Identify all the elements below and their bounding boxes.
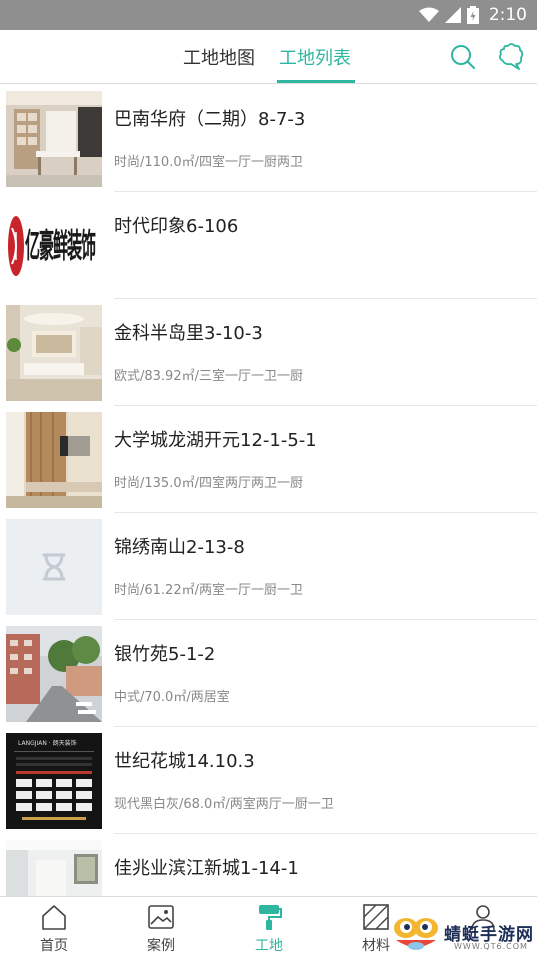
status-time: 2:10	[488, 5, 527, 25]
hallway-photo	[6, 840, 102, 896]
street-photo	[6, 626, 102, 722]
wifi-icon	[418, 7, 439, 22]
living-room-photo	[6, 305, 102, 401]
wood-tv-wall-photo	[6, 412, 102, 508]
interior-dining-photo	[6, 91, 102, 187]
search-icon[interactable]	[449, 43, 477, 71]
site-details: 现代黑白灰/68.0㎡/两室两厅一厨一卫	[114, 797, 334, 812]
site-title: 银竹苑5-1-2	[114, 644, 216, 665]
status-icons: 2:10	[418, 0, 527, 30]
site-title: 佳兆业滨江新城1-14-1	[114, 858, 299, 879]
list-item[interactable]: 银竹苑5-1-2 中式/70.0㎡/两居室	[0, 620, 537, 727]
list-item[interactable]: 佳兆业滨江新城1-14-1	[0, 834, 537, 896]
site-details: 时尚/110.0㎡/四室一厅一厨两卫	[114, 155, 303, 170]
company-logo-image: 亿豪鲜装饰	[6, 198, 102, 294]
paint-roller-icon	[259, 905, 282, 930]
watermark: 蜻蜓手游网 WWW.QT6.COM	[388, 910, 537, 956]
site-details: 时尚/135.0㎡/四室两厅两卫一厨	[114, 476, 303, 491]
site-details: 时尚/61.22㎡/两室一厅一厨一卫	[114, 583, 303, 598]
image-placeholder	[6, 519, 102, 615]
site-title: 大学城龙湖开元12-1-5-1	[114, 430, 317, 451]
active-tab-indicator	[277, 80, 355, 83]
status-bar: 2:10	[0, 0, 537, 30]
site-title: 金科半岛里3-10-3	[114, 323, 263, 344]
site-title: 世纪花城14.10.3	[114, 751, 255, 772]
flyer-photo: LANGJIAN · 朗天装饰	[6, 733, 102, 829]
site-list: 巴南华府（二期）8-7-3 时尚/110.0㎡/四室一厅一厨两卫 亿豪鲜装饰 时…	[0, 85, 537, 896]
tab-site-list[interactable]: 工地列表	[279, 44, 351, 70]
header: 工地地图 工地列表	[0, 30, 537, 84]
chat-icon[interactable]	[497, 43, 525, 71]
nav-sites-label: 工地	[255, 938, 283, 954]
site-title: 巴南华府（二期）8-7-3	[114, 109, 306, 130]
watermark-url: WWW.QT6.COM	[454, 942, 528, 951]
list-item[interactable]: 亿豪鲜装饰 时代印象6-106	[0, 192, 537, 299]
nav-cases-label: 案例	[147, 938, 175, 954]
list-item[interactable]: LANGJIAN · 朗天装饰 世纪花城14.10.3 现代黑白灰/68.0㎡/…	[0, 727, 537, 834]
site-title: 时代印象6-106	[114, 216, 239, 237]
list-item[interactable]: 金科半岛里3-10-3 欧式/83.92㎡/三室一厅一卫一厨	[0, 299, 537, 406]
logo-text: 亿豪鲜装饰	[25, 226, 96, 266]
site-details: 欧式/83.92㎡/三室一厅一卫一厨	[114, 369, 303, 384]
site-title: 锦绣南山2-13-8	[114, 537, 245, 558]
nav-home-label: 首页	[40, 938, 68, 954]
dragonfly-logo-icon	[394, 918, 438, 950]
nav-home[interactable]: 首页	[0, 897, 108, 956]
nav-cases[interactable]: 案例	[107, 897, 215, 956]
nav-sites[interactable]: 工地	[215, 897, 323, 956]
battery-icon	[466, 6, 479, 24]
list-item[interactable]: 锦绣南山2-13-8 时尚/61.22㎡/两室一厅一厨一卫	[0, 513, 537, 620]
list-item[interactable]: 巴南华府（二期）8-7-3 时尚/110.0㎡/四室一厅一厨两卫	[0, 85, 537, 192]
home-icon	[42, 905, 66, 930]
list-item[interactable]: 大学城龙湖开元12-1-5-1 时尚/135.0㎡/四室两厅两卫一厨	[0, 406, 537, 513]
image-icon	[148, 905, 174, 929]
tile-icon	[363, 904, 389, 930]
signal-icon	[444, 7, 461, 23]
site-details: 中式/70.0㎡/两居室	[114, 690, 230, 705]
tab-site-map[interactable]: 工地地图	[183, 44, 255, 70]
